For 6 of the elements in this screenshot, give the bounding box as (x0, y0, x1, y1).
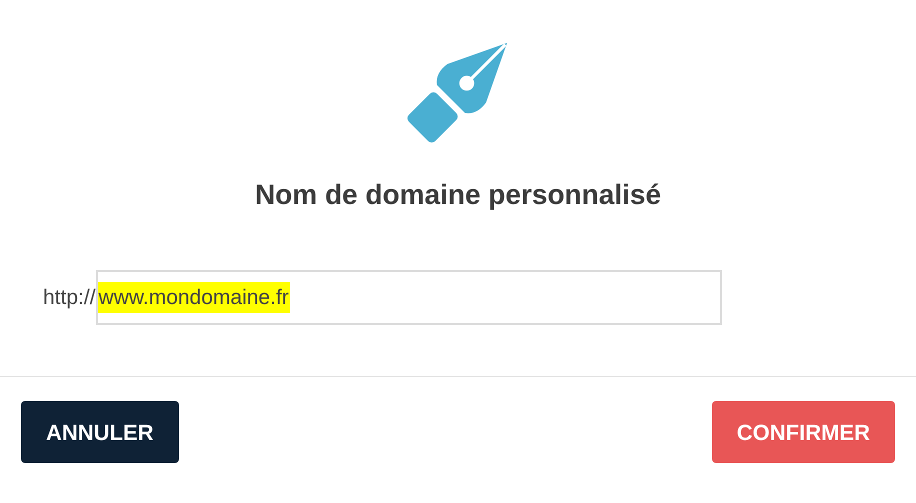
url-field[interactable]: www.mondomaine.fr (96, 270, 722, 325)
url-text: www.mondomaine.fr (98, 282, 290, 314)
dialog-title: Nom de domaine personnalisé (254, 178, 662, 212)
url-prefix: http:// (43, 284, 96, 311)
confirm-button[interactable]: CONFIRMER (712, 401, 895, 463)
cancel-button[interactable]: ANNULER (21, 401, 179, 463)
